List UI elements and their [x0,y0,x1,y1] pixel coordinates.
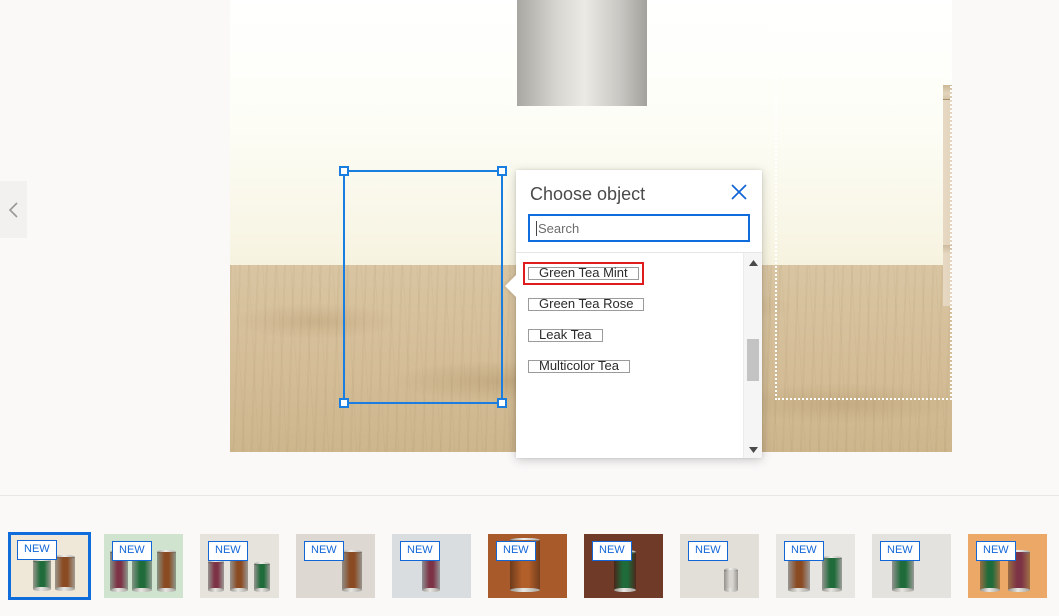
thumbnail-can-body [980,556,1000,590]
thumbnail-can-base [1008,588,1030,592]
new-badge: NEW [784,541,824,561]
object-list: Green Tea Mint Green Tea Rose Leak Tea Mult… [516,253,744,458]
resize-handle-top-right[interactable] [497,166,507,176]
thumbnail-can [208,560,224,590]
thumbnail-can-base [157,588,176,592]
new-badge: NEW [208,541,248,561]
thumbnail-can-base [55,587,75,591]
thumbnail-can [55,555,75,589]
object-option-button[interactable]: Multicolor Tea [528,360,630,373]
thumbnail[interactable]: NEW [872,534,951,598]
scroll-down-button[interactable] [744,440,762,458]
thumbnail-can [230,556,248,590]
object-item: Leak Tea [528,329,744,360]
object-list-scrollbar[interactable] [743,253,762,458]
secondary-can [517,0,647,106]
app-root: Contoso Green tea Mint NET WEIGHT 7.8 oz… [0,0,1059,616]
previous-image-button[interactable] [0,181,27,238]
thumbnail-can-base [892,588,914,592]
thumbnail[interactable]: NEW [968,534,1047,598]
object-item-highlighted: Green Tea Mint [523,262,644,285]
thumbnail-can-body [157,552,176,590]
thumbnail[interactable]: NEW [488,534,567,598]
thumbnail-can [724,568,738,590]
new-badge: NEW [688,541,728,561]
object-option-button[interactable]: Green Tea Rose [528,298,644,311]
new-badge: NEW [592,541,632,561]
thumbnail-can [254,562,270,590]
thumbnail-can-base [132,588,152,592]
thumbnail[interactable]: NEW [200,534,279,598]
new-badge: NEW [304,541,344,561]
thumbnail-can-base [980,588,1000,592]
thumbnail[interactable]: NEW [680,534,759,598]
resize-handle-top-left[interactable] [339,166,349,176]
new-badge: NEW [112,541,152,561]
new-badge: NEW [17,540,57,560]
search-input[interactable]: Search [528,214,750,242]
thumbnail-can-body [230,558,248,590]
paper-bag-front-panel [943,85,952,306]
object-item: Green Tea Rose [528,298,744,329]
thumbnail-can-base [342,588,362,592]
paper-bag [943,85,952,306]
caret-up-icon [749,253,758,271]
resize-handle-bottom-right[interactable] [497,398,507,408]
thumbnail-can-body [208,562,224,590]
new-badge: NEW [496,541,536,561]
object-item: Multicolor Tea [528,360,744,391]
thumbnail-can [342,550,362,590]
thumbnail[interactable]: NEW [392,534,471,598]
choose-object-popup: Choose object Search Green Tea MintGreen… [516,170,762,458]
new-badge: NEW [880,541,920,561]
scroll-up-button[interactable] [744,253,762,271]
popup-header: Choose object Search [516,170,762,252]
thumbnail-strip: NEW NEW NEW NEW NEW NEW NEW NEW NEW NEW NEW [0,496,1059,616]
object-selection-box[interactable] [343,170,503,404]
thumbnail-can-base [724,588,738,592]
thumbnail-selected[interactable]: NEW [8,532,91,600]
resize-handle-bottom-left[interactable] [339,398,349,408]
thumbnail-can-base [254,588,270,592]
search-placeholder: Search [538,221,579,236]
thumbnail-can-body [822,558,842,590]
object-option-button[interactable]: Green Tea Mint [528,267,639,280]
thumbnail-can-base [230,588,248,592]
thumbnail-can-base [422,588,440,592]
chevron-left-icon [8,201,19,219]
close-icon [730,183,748,206]
thumbnail-can-base [822,588,842,592]
caret-down-icon [749,440,758,458]
thumbnail-can-base [510,588,540,592]
thumbnail-can-body [254,564,270,590]
thumbnail-can [33,559,51,589]
thumbnail-can-base [33,587,51,591]
new-badge: NEW [976,541,1016,561]
scrollbar-thumb[interactable] [747,339,759,381]
popup-title: Choose object [530,182,748,206]
thumbnail-can-body [724,570,738,590]
image-viewer: Contoso Green tea Mint NET WEIGHT 7.8 oz… [0,0,1059,495]
text-caret [536,221,537,236]
thumbnail-can-base [208,588,224,592]
new-badge: NEW [400,541,440,561]
paper-bag-mid-fold [943,245,952,253]
thumbnail-can-body [33,561,51,589]
thumbnail[interactable]: NEW [296,534,375,598]
thumbnail[interactable]: NEW [104,534,183,598]
close-button[interactable] [726,181,752,207]
object-option-button[interactable]: Leak Tea [528,329,603,342]
thumbnail-can-base [110,588,128,592]
thumbnail-can-base [788,588,810,592]
paper-bag-top-fold [943,85,952,100]
thumbnail-can [157,550,176,590]
thumbnail-can-base [614,588,636,592]
secondary-can-body [517,0,647,106]
thumbnail-can [822,556,842,590]
thumbnail-can-body [422,556,440,590]
thumbnail[interactable]: NEW [584,534,663,598]
thumbnail-can-body [342,552,362,590]
thumbnail[interactable]: NEW [776,534,855,598]
thumbnail-can-body [55,557,75,589]
